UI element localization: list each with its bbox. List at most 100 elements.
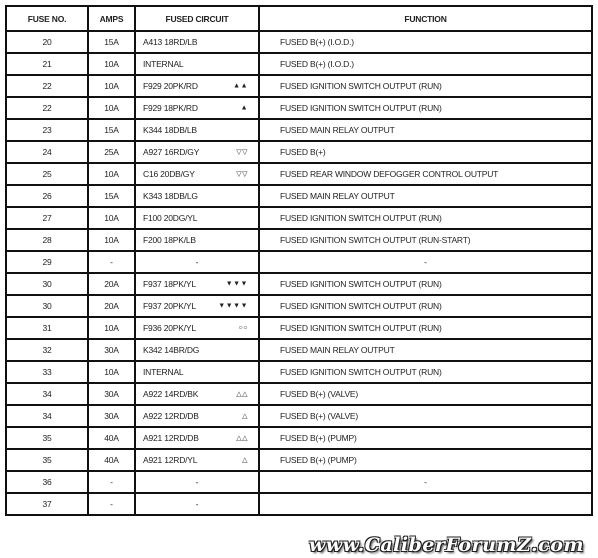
fused-circuit: -: [134, 470, 260, 494]
circuit-symbol-icon: ○○: [238, 324, 248, 332]
table-row: 31 10A F936 20PK/YL ○○ FUSED IGNITION SWITCH…: [5, 316, 593, 340]
fuse-number: 26: [5, 184, 89, 208]
fused-circuit: K344 18DB/LB: [134, 118, 260, 142]
function: FUSED IGNITION SWITCH OUTPUT (RUN): [258, 316, 593, 340]
amps: 15A: [87, 30, 136, 54]
function: FUSED MAIN RELAY OUTPUT: [258, 118, 593, 142]
function: FUSED B(+) (VALVE): [258, 382, 593, 406]
circuit-code: INTERNAL: [143, 59, 184, 69]
amps: 10A: [87, 74, 136, 98]
fuse-number: 30: [5, 272, 89, 296]
fuse-number: 25: [5, 162, 89, 186]
fuse-table: FUSE NO. AMPS FUSED CIRCUIT FUNCTION 20 1…: [5, 5, 593, 516]
circuit-code: F937 18PK/YL: [143, 279, 196, 289]
table-row: 20 15A A413 18RD/LB FUSED B(+) (I.O.D.): [5, 30, 593, 54]
fused-circuit: A927 16RD/GY ▽▽: [134, 140, 260, 164]
circuit-code: A921 12RD/YL: [143, 455, 198, 465]
fuse-number: 35: [5, 426, 89, 450]
circuit-symbol-icon: ▼▼▼: [225, 280, 248, 288]
fuse-number: 28: [5, 228, 89, 252]
function: FUSED IGNITION SWITCH OUTPUT (RUN): [258, 272, 593, 296]
amps: 10A: [87, 316, 136, 340]
table-row: 35 40A A921 12RD/DB △△ FUSED B(+) (PUMP): [5, 426, 593, 450]
function: FUSED IGNITION SWITCH OUTPUT (RUN): [258, 74, 593, 98]
function: FUSED B(+) (I.O.D.): [258, 30, 593, 54]
amps: 15A: [87, 118, 136, 142]
function: FUSED MAIN RELAY OUTPUT: [258, 184, 593, 208]
circuit-symbol-icon: ▲: [240, 104, 248, 112]
amps: 10A: [87, 162, 136, 186]
fused-circuit: K342 14BR/DG: [134, 338, 260, 362]
fused-circuit: INTERNAL: [134, 52, 260, 76]
circuit-symbol-icon: ▲▲: [233, 82, 248, 90]
function: FUSED IGNITION SWITCH OUTPUT (RUN): [258, 294, 593, 318]
header-fused-circuit: FUSED CIRCUIT: [134, 5, 260, 32]
fused-circuit: F100 20DG/YL: [134, 206, 260, 230]
circuit-code: A413 18RD/LB: [143, 37, 198, 47]
fuse-number: 23: [5, 118, 89, 142]
function: FUSED B(+) (PUMP): [258, 426, 593, 450]
circuit-symbol-icon: △: [242, 413, 248, 420]
fused-circuit: A921 12RD/YL △: [134, 448, 260, 472]
function: [258, 492, 593, 516]
table-row: 22 10A F929 20PK/RD ▲▲ FUSED IGNITION SWITCH…: [5, 74, 593, 98]
fused-circuit: K343 18DB/LG: [134, 184, 260, 208]
circuit-symbol-icon: ▼▼▼▼: [218, 302, 248, 310]
amps: 10A: [87, 360, 136, 384]
function: FUSED IGNITION SWITCH OUTPUT (RUN): [258, 206, 593, 230]
table-row: 21 10A INTERNAL FUSED B(+) (I.O.D.): [5, 52, 593, 76]
table-row: 34 30A A922 14RD/BK △△ FUSED B(+) (VALVE): [5, 382, 593, 406]
function: FUSED REAR WINDOW DEFOGGER CONTROL OUTPU…: [258, 162, 593, 186]
circuit-code: K342 14BR/DG: [143, 345, 200, 355]
function: FUSED IGNITION SWITCH OUTPUT (RUN): [258, 96, 593, 120]
amps: 25A: [87, 140, 136, 164]
circuit-code: A921 12RD/DB: [143, 433, 199, 443]
fuse-number: 20: [5, 30, 89, 54]
circuit-code: F100 20DG/YL: [143, 213, 198, 223]
amps: 30A: [87, 338, 136, 362]
table-row: 37- -: [5, 492, 593, 516]
table-row: 34 30A A922 12RD/DB △ FUSED B(+) (VALVE): [5, 404, 593, 428]
circuit-symbol-icon: △△: [236, 435, 248, 442]
table-row: 35 40A A921 12RD/YL △ FUSED B(+) (PUMP): [5, 448, 593, 472]
amps: 15A: [87, 184, 136, 208]
fused-circuit: C16 20DB/GY ▽▽: [134, 162, 260, 186]
fuse-number: 22: [5, 96, 89, 120]
header-function: FUNCTION: [258, 5, 593, 32]
circuit-code: C16 20DB/GY: [143, 169, 195, 179]
fused-circuit: F929 18PK/RD ▲: [134, 96, 260, 120]
circuit-code: F937 20PK/YL: [143, 301, 196, 311]
amps: 10A: [87, 228, 136, 252]
circuit-code: F929 20PK/RD: [143, 81, 198, 91]
function: FUSED B(+): [258, 140, 593, 164]
circuit-code: F929 18PK/RD: [143, 103, 198, 113]
fused-circuit: A922 12RD/DB △: [134, 404, 260, 428]
amps: 30A: [87, 382, 136, 406]
fuse-number: 32: [5, 338, 89, 362]
circuit-symbol-icon: △△: [236, 391, 248, 398]
table-row: 25 10A C16 20DB/GY ▽▽ FUSED REAR WINDOW DEFO…: [5, 162, 593, 186]
table-row: 26 15A K343 18DB/LG FUSED MAIN RELAY OUTPUT: [5, 184, 593, 208]
fuse-number: 30: [5, 294, 89, 318]
function: FUSED B(+) (I.O.D.): [258, 52, 593, 76]
header-fuse-no: FUSE NO.: [5, 5, 89, 32]
table-row: 33 10A INTERNAL FUSED IGNITION SWITCH OUTPU…: [5, 360, 593, 384]
function: -: [258, 250, 593, 274]
function: FUSED B(+) (VALVE): [258, 404, 593, 428]
fused-circuit: F929 20PK/RD ▲▲: [134, 74, 260, 98]
circuit-code: F200 18PK/LB: [143, 235, 196, 245]
circuit-symbol-icon: ▽▽: [236, 149, 248, 156]
fuse-number: 34: [5, 404, 89, 428]
table-row: 28 10A F200 18PK/LB FUSED IGNITION SWITCH O…: [5, 228, 593, 252]
amps: -: [87, 470, 136, 494]
table-row: 22 10A F929 18PK/RD ▲ FUSED IGNITION SWITCH …: [5, 96, 593, 120]
amps: 10A: [87, 206, 136, 230]
fused-circuit: A922 14RD/BK △△: [134, 382, 260, 406]
circuit-code: K343 18DB/LG: [143, 191, 198, 201]
function: FUSED B(+) (PUMP): [258, 448, 593, 472]
table-row: 24 25A A927 16RD/GY ▽▽ FUSED B(+): [5, 140, 593, 164]
table-row: 29- - -: [5, 250, 593, 274]
amps: 20A: [87, 294, 136, 318]
function: -: [258, 470, 593, 494]
table-row: 30 20A F937 20PK/YL ▼▼▼▼ FUSED IGNITION SWIT…: [5, 294, 593, 318]
